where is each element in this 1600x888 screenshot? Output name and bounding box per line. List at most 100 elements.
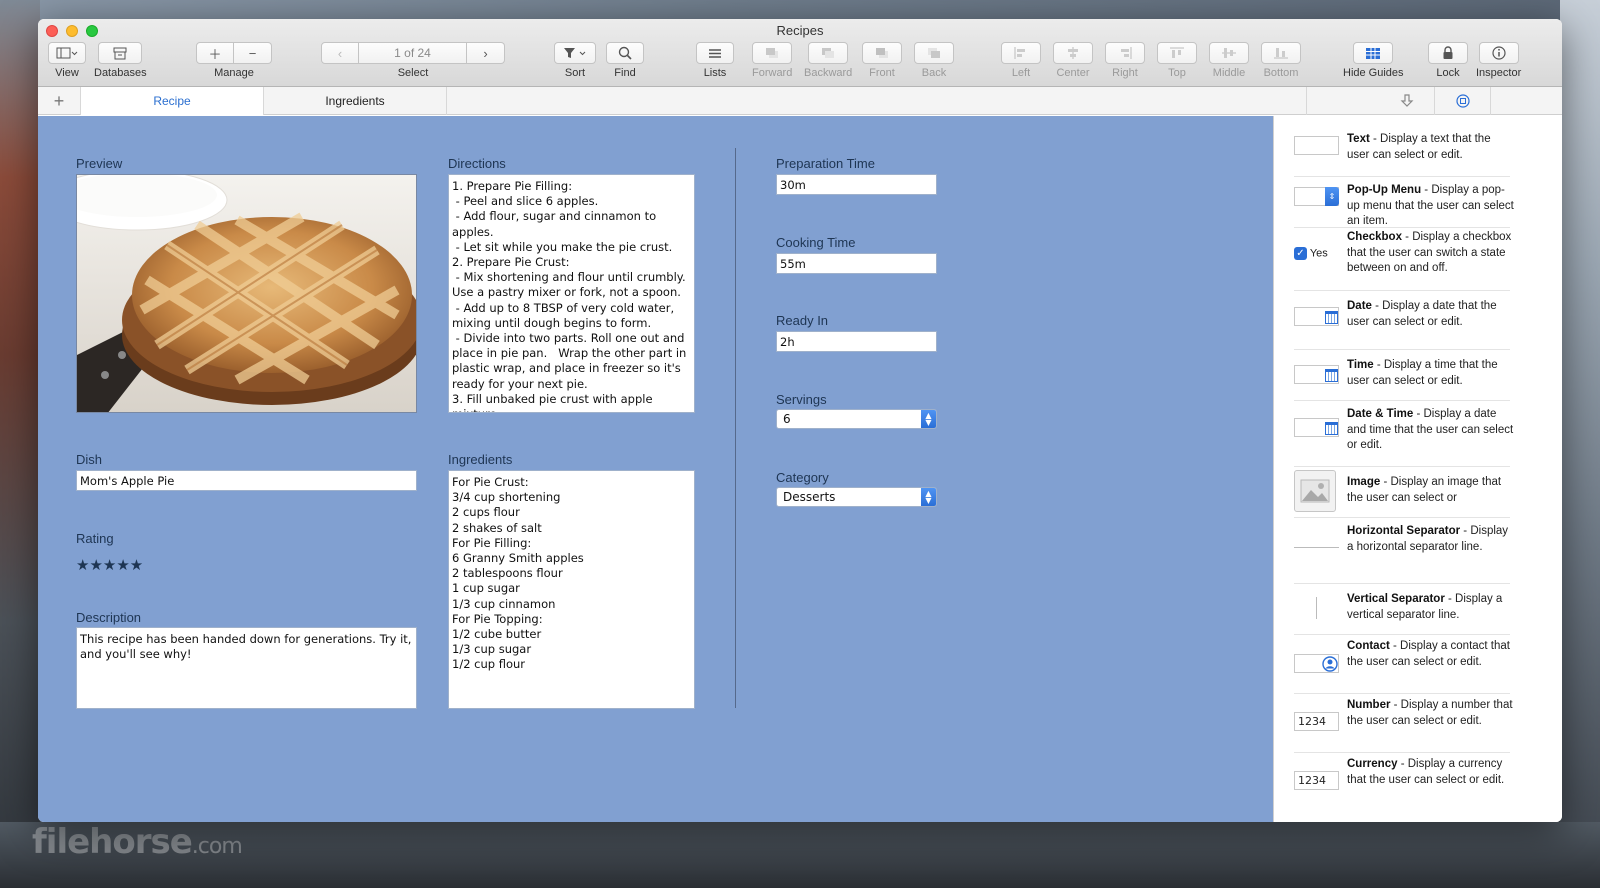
- stepper-arrows-icon[interactable]: ▲ ▼: [921, 410, 936, 428]
- ready-in-label: Ready In: [776, 313, 829, 328]
- select-control[interactable]: ‹ 1 of 24 › Select: [321, 42, 505, 79]
- align-center-icon: [1068, 47, 1078, 59]
- datetime-sample: [1294, 418, 1339, 437]
- tab-field-inspector[interactable]: [1379, 87, 1435, 115]
- align-middle-control[interactable]: Middle: [1209, 42, 1249, 79]
- chevron-right-icon: ›: [483, 45, 488, 61]
- left-label: Left: [1011, 67, 1031, 79]
- top-label: Top: [1168, 67, 1186, 79]
- align-top-control[interactable]: Top: [1157, 42, 1197, 79]
- toolbar: Recipes View Databases ＋ − Manage ‹ 1 of…: [38, 19, 1562, 87]
- servings-value: 6: [783, 412, 791, 426]
- add-layout-button[interactable]: +: [38, 87, 81, 115]
- align-right-control[interactable]: Right: [1105, 42, 1145, 79]
- send-backward-button[interactable]: [808, 42, 849, 64]
- align-middle-button[interactable]: [1209, 42, 1249, 64]
- align-bottom-control[interactable]: Bottom: [1261, 42, 1301, 79]
- align-bottom-button[interactable]: [1261, 42, 1301, 64]
- library-item-date[interactable]: Date - Display a date that the user can …: [1294, 291, 1510, 350]
- align-left-control[interactable]: Left: [1001, 42, 1041, 79]
- select-label: Select: [397, 67, 429, 79]
- library-item-image[interactable]: Image - Display an image that the user c…: [1294, 467, 1510, 518]
- add-record-button[interactable]: ＋: [196, 42, 234, 64]
- servings-stepper[interactable]: 6 ▲ ▼: [776, 409, 937, 429]
- record-pager[interactable]: 1 of 24: [359, 42, 467, 64]
- align-center-button[interactable]: [1053, 42, 1093, 64]
- view-control[interactable]: View: [48, 42, 86, 79]
- middle-label: Middle: [1212, 67, 1246, 79]
- library-item-number[interactable]: 1234 Number - Display a number that the …: [1294, 694, 1513, 753]
- hide-guides-button[interactable]: [1353, 42, 1394, 64]
- calendar-icon: [1325, 422, 1338, 435]
- back-control[interactable]: Back: [914, 42, 954, 79]
- info-icon: [1492, 46, 1506, 60]
- library-item-currency[interactable]: 1234 Currency - Display a currency that …: [1294, 753, 1510, 813]
- horizontal-line-icon: [1294, 547, 1339, 548]
- tab-ingredients[interactable]: Ingredients: [264, 87, 447, 115]
- library-item-text[interactable]: Text - Display a text that the user can …: [1294, 126, 1510, 177]
- search-icon: [618, 46, 632, 60]
- front-control[interactable]: Front: [862, 42, 902, 79]
- remove-record-button[interactable]: −: [234, 42, 272, 64]
- lists-button[interactable]: [696, 42, 734, 64]
- align-right-button[interactable]: [1105, 42, 1145, 64]
- cooking-time-label: Cooking Time: [776, 235, 856, 250]
- next-record-button[interactable]: ›: [467, 42, 505, 64]
- tab-recipe[interactable]: Recipe: [81, 87, 264, 115]
- view-button[interactable]: [48, 42, 86, 64]
- inspector-control[interactable]: Inspector: [1476, 42, 1521, 79]
- lock-control[interactable]: Lock: [1428, 42, 1468, 79]
- ready-in-field[interactable]: 2h: [776, 331, 937, 352]
- forward-control[interactable]: Forward: [752, 42, 792, 79]
- hide-guides-control[interactable]: Hide Guides: [1343, 42, 1404, 79]
- inspector-button[interactable]: [1478, 42, 1519, 64]
- library-item-horizontal-separator[interactable]: Horizontal Separator - Display a horizon…: [1294, 518, 1510, 584]
- ingredients-field[interactable]: For Pie Crust: 3/4 cup shortening 2 cups…: [448, 470, 695, 709]
- send-backward-icon: [822, 48, 835, 58]
- apple-pie-photo: [77, 175, 416, 412]
- directions-field[interactable]: 1. Prepare Pie Filling: - Peel and slice…: [448, 174, 695, 413]
- guides-icon: [1366, 47, 1381, 59]
- servings-label: Servings: [776, 392, 827, 407]
- rating-stars[interactable]: ★★★★★: [76, 556, 143, 574]
- manage-control[interactable]: ＋ − Manage: [196, 42, 272, 79]
- dish-field[interactable]: Mom's Apple Pie: [76, 470, 417, 491]
- category-popup[interactable]: Desserts ▲ ▼: [776, 487, 937, 507]
- checkbox-checked-icon: ✓: [1294, 247, 1307, 260]
- backward-control[interactable]: Backward: [804, 42, 852, 79]
- find-button[interactable]: [606, 42, 644, 64]
- library-item-vertical-separator[interactable]: Vertical Separator - Display a vertical …: [1294, 584, 1510, 635]
- sort-control[interactable]: Sort: [554, 42, 596, 79]
- directions-label: Directions: [448, 156, 506, 171]
- find-control[interactable]: Find: [606, 42, 644, 79]
- align-left-button[interactable]: [1001, 42, 1041, 64]
- preview-image[interactable]: [76, 174, 417, 413]
- bring-to-front-icon: [876, 48, 888, 58]
- lock-label: Lock: [1436, 67, 1460, 79]
- prep-time-field[interactable]: 30m: [776, 174, 937, 195]
- bring-forward-button[interactable]: [752, 42, 793, 64]
- tab-object-library[interactable]: [1435, 87, 1491, 115]
- align-middle-icon: [1222, 48, 1236, 58]
- library-item-checkbox[interactable]: ✓ Yes Checkbox - Display a checkbox that…: [1294, 228, 1511, 291]
- calendar-icon: [1325, 311, 1338, 324]
- contact-person-icon: [1322, 656, 1338, 672]
- databases-button[interactable]: [98, 42, 143, 64]
- align-center-control[interactable]: Center: [1053, 42, 1093, 79]
- library-item-contact[interactable]: Contact - Display a contact that the use…: [1294, 635, 1510, 694]
- databases-control[interactable]: Databases: [94, 42, 147, 79]
- bring-to-front-button[interactable]: [862, 42, 902, 64]
- download-arrow-icon: [1400, 94, 1413, 107]
- align-top-button[interactable]: [1157, 42, 1197, 64]
- library-item-popup-menu[interactable]: ⇕ Pop-Up Menu - Display a pop-up menu th…: [1294, 177, 1514, 228]
- sort-button[interactable]: [554, 42, 596, 64]
- library-item-time[interactable]: Time - Display a time that the user can …: [1294, 350, 1510, 401]
- send-to-back-button[interactable]: [914, 42, 954, 64]
- previous-record-button[interactable]: ‹: [321, 42, 359, 64]
- description-field[interactable]: This recipe has been handed down for gen…: [76, 627, 417, 709]
- lists-control[interactable]: Lists: [696, 42, 734, 79]
- lock-button[interactable]: [1428, 42, 1468, 64]
- library-item-date-time[interactable]: Date & Time - Display a date and time th…: [1294, 401, 1513, 467]
- plus-icon: ＋: [208, 46, 222, 62]
- cooking-time-field[interactable]: 55m: [776, 253, 937, 274]
